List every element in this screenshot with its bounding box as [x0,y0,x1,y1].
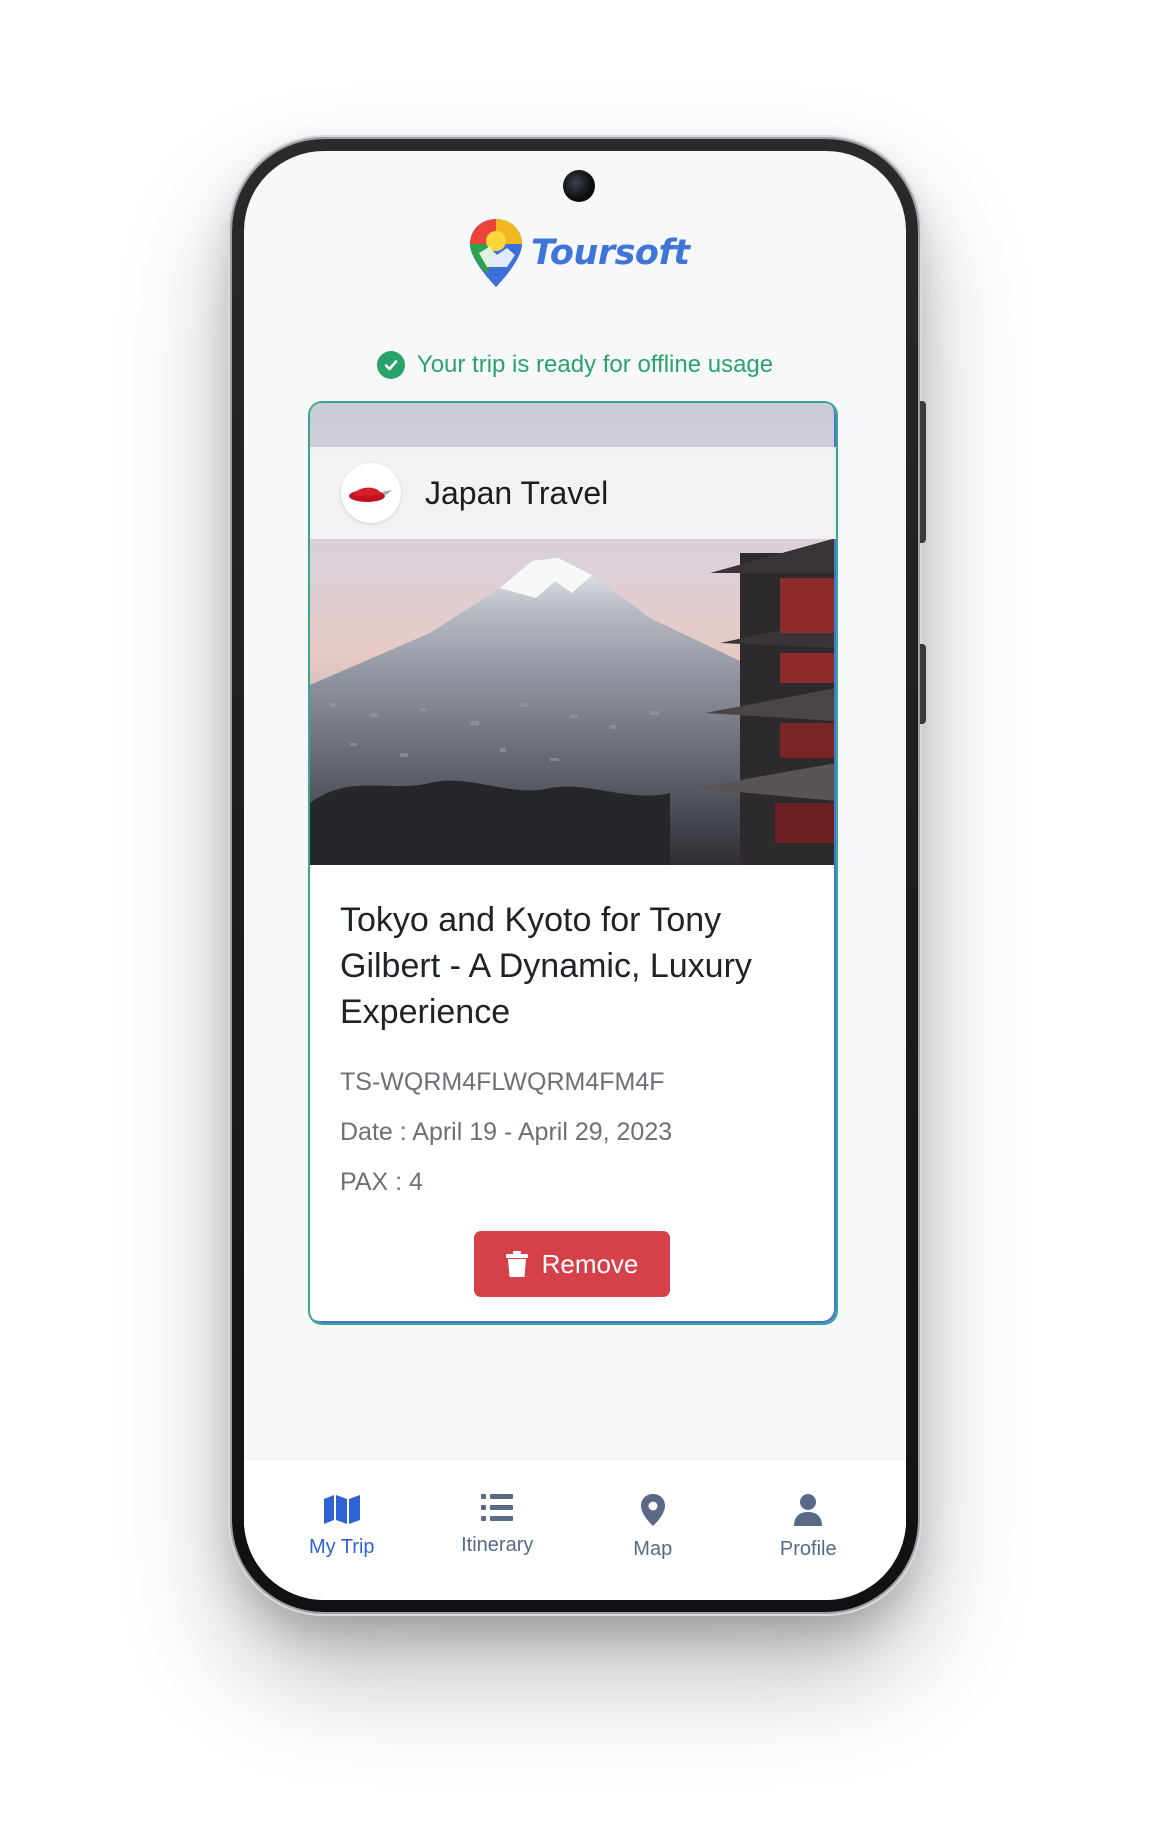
nav-item-profile[interactable]: Profile [743,1460,873,1600]
nav-label-map: Map [633,1538,673,1560]
nav-label-my-trip: My Trip [308,1536,375,1558]
bottom-nav: My Trip Itinerary Map Profile [244,1460,906,1600]
trip-date: Date : April 19 - April 29, 2023 [340,1118,673,1146]
list-icon [481,1494,514,1521]
nav-item-my-trip[interactable]: My Trip [277,1460,407,1600]
brand-name: Toursoft [531,233,690,273]
phone-frame: Toursoft Your trip is ready for offline … [232,139,926,1612]
booking-code: TS-WQRM4FLWQRM4FM4F [340,1068,665,1096]
remove-button-label: Remove [541,1248,639,1279]
nav-label-profile: Profile [779,1538,837,1560]
map-pin-logo-icon [470,219,522,287]
app-screen: Toursoft Your trip is ready for offline … [244,151,906,1600]
nav-item-map[interactable]: Map [588,1460,718,1600]
trash-icon [505,1251,528,1277]
map-icon [323,1495,360,1524]
power-button [920,401,926,543]
remove-button[interactable]: Remove [474,1231,670,1297]
hero-image: Japan Travel [310,403,836,865]
trip-card[interactable]: Japan Travel Tokyo and Kyoto for Tony Gi… [310,403,836,1323]
app-header: Toursoft [467,213,690,293]
nav-item-itinerary[interactable]: Itinerary [432,1460,562,1600]
trip-details: Tokyo and Kyoto for Tony Gilbert - A Dyn… [340,865,806,1207]
check-circle-icon [376,351,405,379]
agency-logo [341,463,401,523]
agency-name: Japan Travel [425,474,609,511]
front-camera [563,170,595,202]
nav-label-itinerary: Itinerary [461,1534,534,1556]
trip-pax: PAX : 4 [340,1168,423,1196]
offline-message: Your trip is ready for offline usage [416,351,774,378]
trip-title: Tokyo and Kyoto for Tony Gilbert - A Dyn… [340,901,752,1031]
offline-status: Your trip is ready for offline usage [244,351,906,379]
user-icon [794,1494,823,1526]
volume-button [920,644,926,724]
red-hat-logo-icon [349,487,392,502]
location-pin-icon [640,1494,665,1526]
agency-bar: Japan Travel [310,447,836,539]
